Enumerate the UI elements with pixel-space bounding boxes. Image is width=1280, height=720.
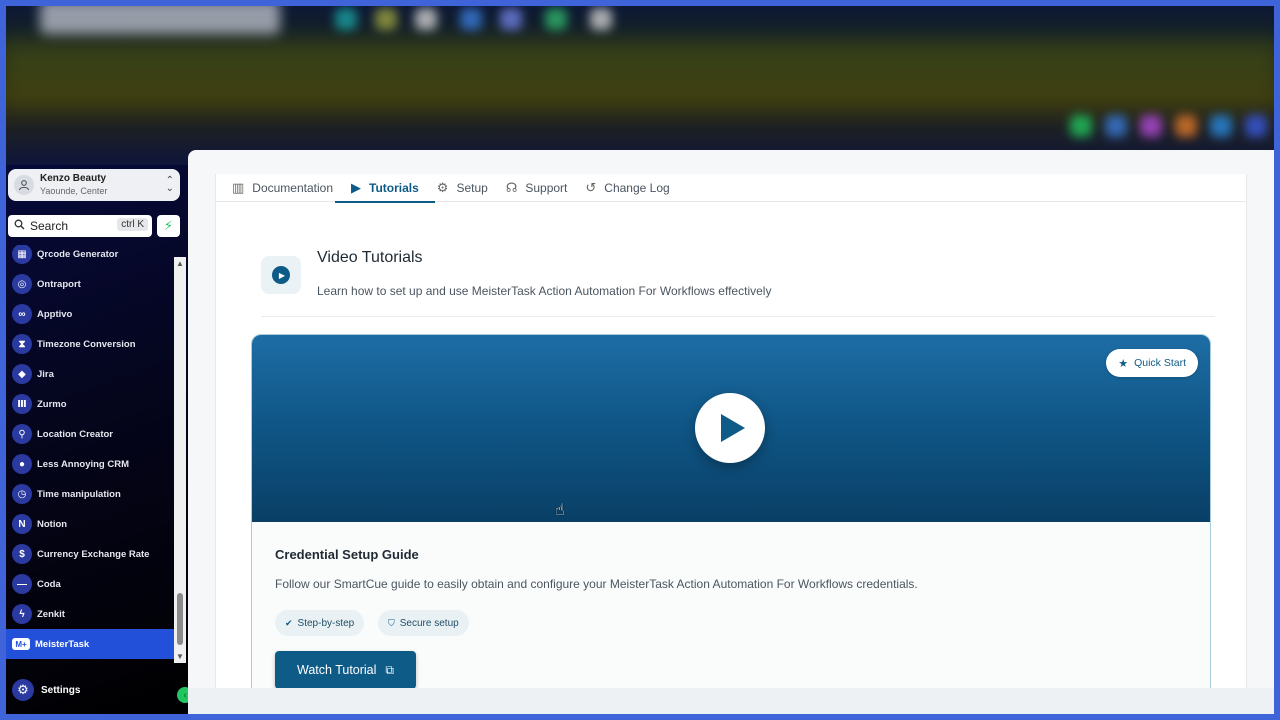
sidebar-item-location-creator[interactable]: ⚲ Location Creator — [6, 419, 174, 449]
sidebar-item-notion[interactable]: N Notion — [6, 509, 174, 539]
check-circle-icon: ✔ — [285, 617, 293, 628]
headset-icon: ☊ — [505, 180, 518, 195]
card-description: Follow our SmartCue guide to easily obta… — [275, 577, 918, 591]
currency-icon: $ — [12, 544, 32, 564]
history-icon: ↺ — [585, 180, 597, 195]
sidebar-item-less-annoying-crm[interactable]: ● Less Annoying CRM — [6, 449, 174, 479]
search-shortcut: ctrl K — [117, 218, 148, 231]
clock-icon: ◷ — [12, 484, 32, 504]
tab-change-log[interactable]: ↺ Change Log — [583, 174, 685, 202]
sidebar-item-apptivo[interactable]: ∞ Apptivo — [6, 299, 174, 329]
notion-icon: N — [12, 514, 32, 534]
card-title: Credential Setup Guide — [275, 547, 419, 562]
jira-icon: ◆ — [12, 364, 32, 384]
tab-bar: ▥ Documentation ▶ Tutorials ⚙ Setup ☊ Suppor… — [216, 174, 1246, 203]
play-icon — [721, 414, 745, 442]
watch-tutorial-button[interactable]: Watch Tutorial ⧉ — [275, 651, 416, 689]
page-title: Video Tutorials — [317, 249, 423, 266]
tab-support[interactable]: ☊ Support — [504, 174, 584, 202]
chevron-updown-icon: ⌃ ⌄ — [165, 175, 174, 194]
tab-documentation[interactable]: ▥ Documentation — [230, 174, 349, 202]
main-content: ▥ Documentation ▶ Tutorials ⚙ Setup ☊ Suppor… — [188, 150, 1274, 690]
divider — [261, 316, 1215, 317]
search-label: Search — [30, 219, 69, 233]
external-link-icon: ⧉ — [385, 662, 394, 677]
bolt-icon: ϟ — [12, 604, 32, 624]
sidebar-item-currency-exchange-rate[interactable]: $ Currency Exchange Rate — [6, 539, 174, 569]
gear-icon: ⚙ — [12, 679, 34, 701]
tab-setup[interactable]: ⚙ Setup — [435, 174, 504, 202]
search-input[interactable]: Search ctrl K — [8, 215, 152, 237]
blurred-background — [0, 0, 1280, 175]
quick-start-badge: ★ Quick Start — [1106, 349, 1198, 377]
star-icon: ★ — [1118, 357, 1129, 370]
page-subtitle: Learn how to set up and use MeisterTask … — [317, 284, 772, 298]
search-icon — [14, 219, 25, 233]
scroll-up-arrow-icon[interactable]: ▲ — [176, 259, 184, 268]
chevron-left-icon: ‹ — [183, 689, 187, 701]
ontraport-icon: ◎ — [12, 274, 32, 294]
meistertask-icon: M+ — [12, 638, 30, 650]
hourglass-icon: ⧗ — [12, 334, 32, 354]
settings-button[interactable]: ⚙ Settings — [12, 679, 80, 701]
zurmo-icon: Ⅲ — [12, 394, 32, 414]
gear-icon: ⚙ — [436, 180, 449, 195]
sidebar-item-zurmo[interactable]: Ⅲ Zurmo — [6, 389, 174, 419]
video-tutorials-icon: ▶ — [261, 256, 301, 294]
sidebar-item-ontraport[interactable]: ◎ Ontraport — [6, 269, 174, 299]
video-preview[interactable]: ★ Quick Start — [252, 335, 1210, 522]
account-location: Yaounde, Center — [40, 186, 108, 196]
main-footer-strip — [188, 688, 1274, 714]
sidebar-scrollbar[interactable]: ▲ ▼ — [174, 257, 186, 663]
content-panel: ▥ Documentation ▶ Tutorials ⚙ Setup ☊ Suppor… — [215, 174, 1247, 690]
account-switcher[interactable]: Kenzo Beauty Yaounde, Center ⌃ ⌄ — [8, 169, 180, 201]
sidebar: Kenzo Beauty Yaounde, Center ⌃ ⌄ Search c… — [6, 165, 193, 718]
scrollbar-thumb[interactable] — [177, 593, 183, 645]
qrcode-icon: ▦ — [12, 245, 32, 264]
tab-tutorials[interactable]: ▶ Tutorials — [335, 174, 435, 203]
scroll-down-arrow-icon[interactable]: ▼ — [176, 652, 184, 661]
coda-icon: — — [12, 574, 32, 594]
account-name: Kenzo Beauty — [40, 173, 107, 184]
sidebar-item-meistertask[interactable]: M+ MeisterTask — [6, 629, 174, 659]
quick-action-button[interactable]: ⚡ — [157, 215, 180, 237]
apptivo-icon: ∞ — [12, 304, 32, 324]
pin-icon: ⚲ — [12, 424, 32, 444]
secure-setup-chip: ⛉ Secure setup — [378, 610, 469, 636]
sidebar-item-time-manipulation[interactable]: ◷ Time manipulation — [6, 479, 174, 509]
play-circle-icon: ▶ — [351, 180, 362, 195]
sidebar-nav: ▦ Qrcode Generator ◎ Ontraport ∞ Apptivo ⧗ T… — [6, 245, 174, 663]
step-by-step-chip: ✔ Step-by-step — [275, 610, 365, 636]
book-icon: ▥ — [232, 180, 245, 195]
sidebar-item-qrcode-generator[interactable]: ▦ Qrcode Generator — [6, 245, 174, 269]
sidebar-item-timezone-conversion[interactable]: ⧗ Timezone Conversion — [6, 329, 174, 359]
hand-cursor-icon: ☝ — [555, 502, 565, 519]
sidebar-item-coda[interactable]: — Coda — [6, 569, 174, 599]
user-icon: ● — [12, 454, 32, 474]
bolt-icon: ⚡ — [163, 218, 174, 233]
tutorial-card: ★ Quick Start Credential Setup Guide Fol… — [251, 334, 1211, 690]
play-button[interactable] — [695, 393, 765, 463]
shield-icon: ⛉ — [388, 617, 395, 628]
settings-label: Settings — [41, 684, 81, 696]
sidebar-item-zenkit[interactable]: ϟ Zenkit — [6, 599, 174, 629]
user-avatar-icon — [14, 175, 34, 195]
sidebar-item-jira[interactable]: ◆ Jira — [6, 359, 174, 389]
